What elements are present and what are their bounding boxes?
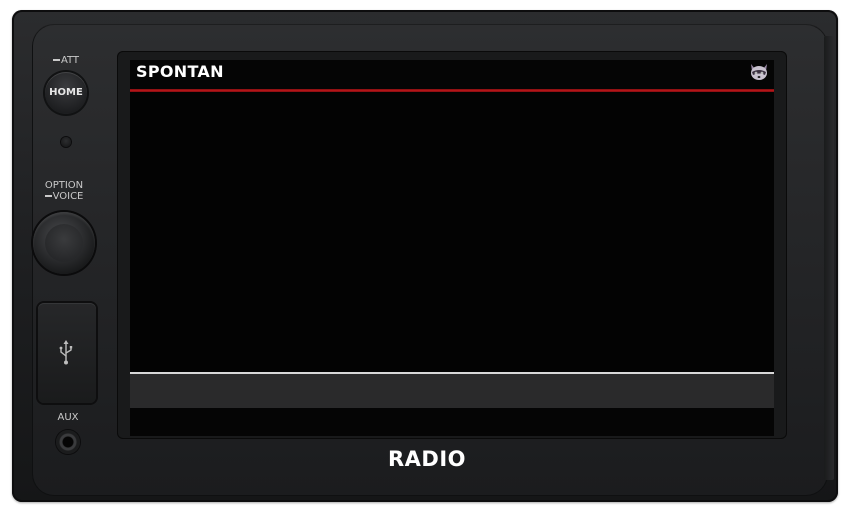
- volume-knob[interactable]: [33, 212, 95, 274]
- side-rail: [824, 36, 834, 480]
- voice-label: VOICE: [52, 191, 84, 202]
- brand-label: RADIO: [387, 447, 467, 471]
- aux-label: AUX: [57, 412, 79, 423]
- status-led: [61, 137, 71, 147]
- home-button[interactable]: HOME: [45, 72, 87, 114]
- option-label: OPTION: [44, 180, 84, 191]
- home-button-label: HOME: [49, 87, 83, 98]
- main-content-area: [130, 92, 774, 372]
- usb-icon: [59, 340, 73, 365]
- option-voice-label: OPTION VOICE: [40, 180, 88, 202]
- aux-jack[interactable]: [56, 430, 80, 454]
- bottom-info-bar: [130, 374, 774, 408]
- usb-port-cover[interactable]: [38, 303, 96, 403]
- station-name: SPONTAN: [136, 62, 224, 81]
- title-bar: SPONTAN: [130, 60, 774, 90]
- knob-center: [45, 224, 83, 262]
- bottom-strip: [130, 408, 774, 436]
- att-label: ATT: [50, 55, 82, 66]
- display-screen[interactable]: SPONTAN: [130, 60, 774, 436]
- raccoon-icon[interactable]: [748, 60, 770, 82]
